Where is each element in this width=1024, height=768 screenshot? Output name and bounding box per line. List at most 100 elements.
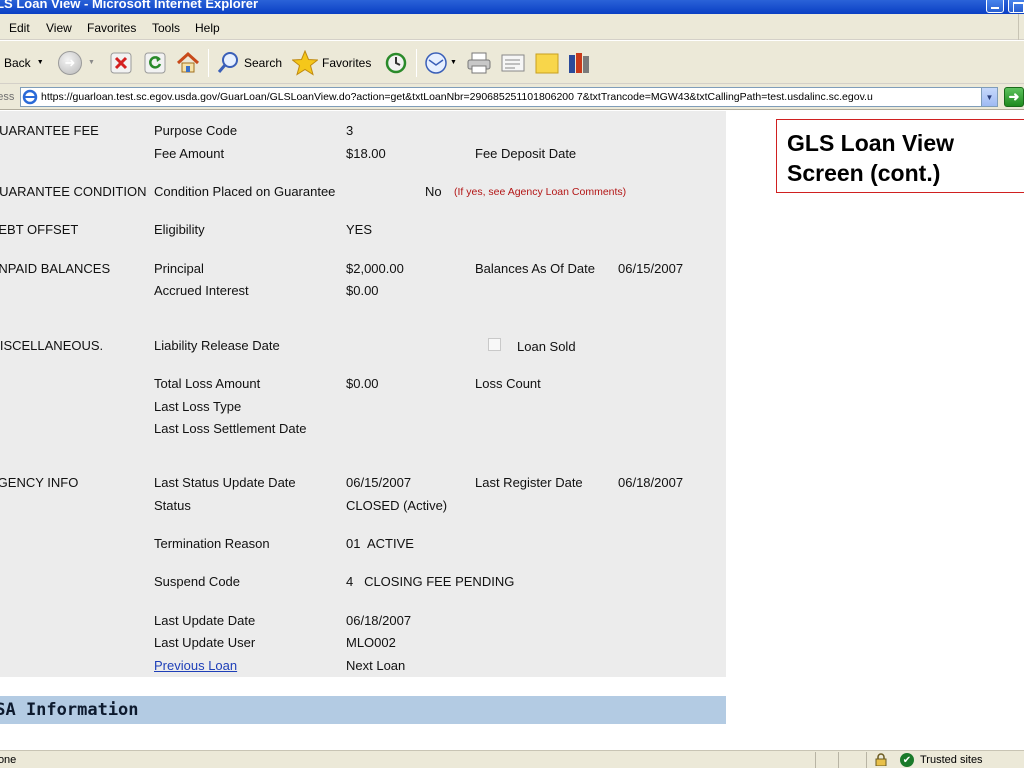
last-update-user-value: MLO002 (346, 635, 396, 650)
condition-note: (If yes, see Agency Loan Comments) (454, 186, 627, 198)
window-title-bar[interactable]: GLS Loan View - Microsoft Internet Explo… (0, 0, 1024, 14)
section-miscellaneous: MISCELLANEOUS. (0, 338, 104, 353)
refresh-button[interactable] (144, 41, 166, 84)
condition-label: Condition Placed on Guarantee (154, 184, 336, 199)
address-url: https://guarloan.test.sc.egov.usda.gov/G… (41, 91, 873, 103)
accrued-interest-value: $0.00 (346, 283, 379, 298)
favorites-button[interactable]: Favorites (292, 41, 371, 84)
suspend-code-value: 4 CLOSING FEE PENDING (346, 574, 515, 589)
print-icon (467, 52, 491, 73)
go-arrow-icon: ➜ (1008, 89, 1020, 104)
slide-callout: GLS Loan View Screen (cont.) (776, 119, 1024, 193)
eligibility-label: Eligibility (154, 222, 205, 237)
stop-icon (110, 52, 132, 73)
purpose-code-label: Purpose Code (154, 123, 238, 138)
next-loan-label: Next Loan (346, 658, 406, 673)
back-button[interactable]: Back ▼ (4, 41, 44, 84)
usa-information-title: USA Information (0, 700, 139, 720)
last-update-label: Last Update Date (154, 613, 256, 628)
status-value: CLOSED (Active) (346, 498, 448, 513)
menu-bar-edge (1018, 14, 1024, 40)
section-unpaid-balances: UNPAID BALANCES (0, 261, 111, 276)
fee-amount-label: Fee Amount (154, 146, 225, 161)
toolbar-separator (416, 49, 417, 77)
menu-tools[interactable]: Tools (152, 21, 180, 35)
menu-help[interactable]: Help (195, 21, 220, 35)
principal-value: $2,000.00 (346, 261, 404, 276)
fee-amount-value: $18.00 (346, 146, 386, 161)
menu-view[interactable]: View (46, 21, 72, 35)
sticky-note-icon (535, 53, 559, 73)
maximize-button[interactable] (1008, 0, 1024, 13)
ie-page-icon (22, 89, 38, 105)
search-icon (217, 51, 238, 73)
mail-button[interactable]: ▼ (424, 41, 457, 84)
principal-label: Principal (154, 261, 204, 276)
section-debt-offset: DEBT OFFSET (0, 222, 79, 237)
forward-dropdown-icon[interactable]: ▼ (88, 59, 95, 66)
suspend-code-label: Suspend Code (154, 574, 241, 589)
last-register-value: 06/18/2007 (618, 475, 684, 490)
truncated-row (0, 746, 560, 749)
section-agency-info: AGENCY INFO (0, 475, 79, 490)
loan-sold-checkbox[interactable] (488, 338, 501, 351)
history-button[interactable] (384, 41, 408, 84)
balances-as-of-value: 06/15/2007 (618, 261, 684, 276)
minimize-button[interactable] (986, 0, 1004, 13)
last-status-update-value: 06/15/2007 (346, 475, 412, 490)
back-dropdown-icon[interactable]: ▼ (37, 59, 44, 66)
history-icon (385, 52, 407, 73)
search-button[interactable]: Search (216, 41, 282, 84)
home-icon (176, 51, 200, 72)
stop-button[interactable] (110, 41, 132, 84)
home-button[interactable] (176, 41, 200, 84)
edit-button[interactable] (500, 41, 526, 84)
favorites-star-icon (292, 49, 318, 76)
status-text: Done (0, 754, 17, 766)
termination-reason-value: 01 ACTIVE (346, 536, 414, 551)
forward-arrow-icon: ➜ (58, 50, 82, 75)
address-dropdown-icon[interactable]: ▼ (981, 88, 997, 106)
liability-release-label: Liability Release Date (154, 338, 280, 353)
status-cell (815, 752, 816, 768)
eligibility-value: YES (346, 222, 373, 237)
print-button[interactable] (466, 41, 492, 84)
condition-value: No (425, 184, 442, 199)
refresh-icon (144, 52, 166, 73)
purpose-code-value: 3 (346, 123, 354, 138)
last-loss-type-label: Last Loss Type (154, 399, 242, 414)
page-content: GUARANTEE FEE Purpose Code 3 Fee Amount … (0, 111, 1024, 749)
address-label: Address (0, 91, 15, 103)
status-cell (866, 752, 867, 768)
address-bar: Address https://guarloan.test.sc.egov.us… (0, 84, 1024, 110)
favorites-label: Favorites (322, 55, 372, 70)
total-loss-label: Total Loss Amount (154, 376, 261, 391)
status-label: Status (154, 498, 191, 513)
menu-favorites[interactable]: Favorites (87, 21, 136, 35)
loss-count-label: Loss Count (475, 376, 541, 391)
mail-icon (425, 51, 447, 74)
forward-button[interactable]: ➜ ▼ (58, 41, 95, 84)
security-zone-label: Trusted sites (920, 754, 983, 766)
lock-icon[interactable] (875, 753, 887, 766)
edit-page-icon (501, 54, 525, 71)
usa-information-header: USA Information (0, 696, 726, 724)
loan-sold-label: Loan Sold (517, 339, 576, 354)
back-label: Back (4, 55, 31, 70)
go-button[interactable]: ➜ (1004, 87, 1024, 107)
section-guarantee-fee: GUARANTEE FEE (0, 123, 99, 138)
last-update-value: 06/18/2007 (346, 613, 412, 628)
address-input[interactable]: https://guarloan.test.sc.egov.usda.gov/G… (20, 87, 998, 107)
last-update-user-label: Last Update User (154, 635, 256, 650)
termination-reason-label: Termination Reason (154, 536, 270, 551)
mail-dropdown-icon[interactable]: ▼ (450, 59, 457, 66)
previous-loan-link[interactable]: Previous Loan (154, 658, 237, 673)
research-button[interactable] (566, 41, 592, 84)
trusted-sites-icon: ✔ (900, 753, 914, 767)
research-books-icon (569, 52, 589, 73)
last-loss-settlement-label: Last Loss Settlement Date (154, 421, 307, 436)
toolbar-separator (208, 49, 209, 77)
search-label: Search (244, 55, 283, 70)
menu-edit[interactable]: Edit (9, 21, 30, 35)
discuss-button[interactable] (534, 41, 560, 84)
